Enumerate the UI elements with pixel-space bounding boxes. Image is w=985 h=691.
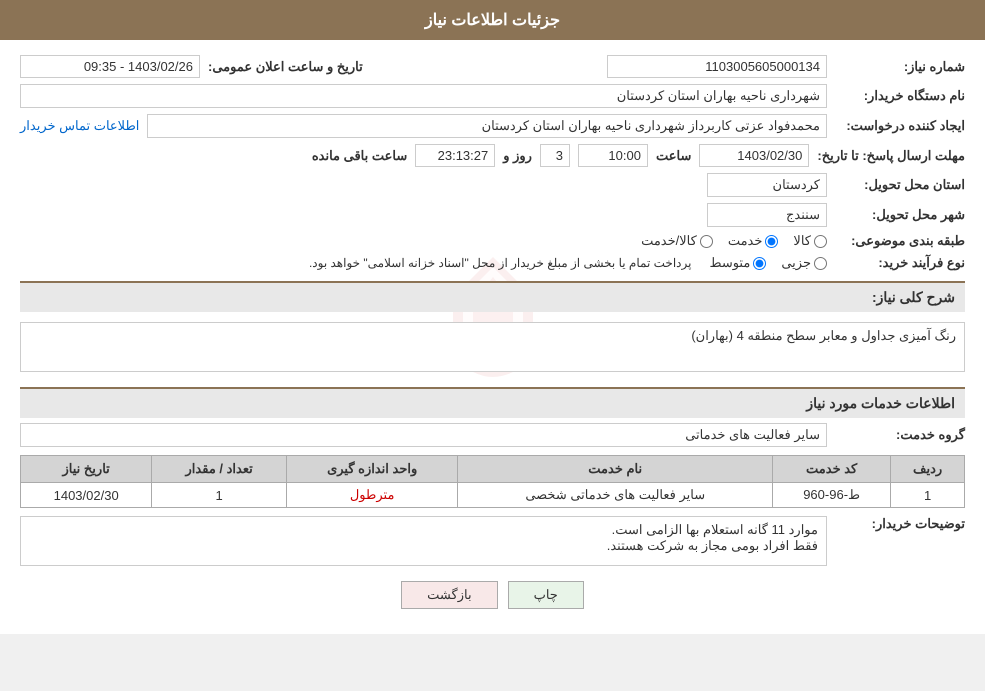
category-options: کالا خدمت کالا/خدمت xyxy=(641,233,827,249)
announcement-date-label: تاریخ و ساعت اعلان عمومی: xyxy=(208,59,363,75)
cell-service-name: سایر فعالیت های خدماتی شخصی xyxy=(458,483,773,508)
process-jozii-option[interactable]: جزیی xyxy=(781,255,827,271)
buyer-notes-line2: فقط افراد بومی مجاز به شرکت هستند. xyxy=(29,538,818,554)
category-khedmat-option[interactable]: خدمت xyxy=(728,233,779,249)
delivery-province-label: استان محل تحویل: xyxy=(835,177,965,193)
category-kala-khedmat-option[interactable]: کالا/خدمت xyxy=(641,233,713,249)
process-note: پرداخت تمام یا بخشی از مبلغ خریدار از مح… xyxy=(309,256,692,270)
col-service-name: نام خدمت xyxy=(458,456,773,483)
cell-service-code: ط-96-960 xyxy=(773,483,891,508)
requester-label: ایجاد کننده درخواست: xyxy=(835,118,965,134)
response-day-label: روز و xyxy=(503,148,532,164)
cell-date: 1403/02/30 xyxy=(21,483,152,508)
delivery-city-row: شهر محل تحویل: سنندج xyxy=(20,203,965,227)
buyer-org-value: شهرداری ناحیه بهاران استان کردستان xyxy=(20,84,827,108)
page-header: جزئیات اطلاعات نیاز xyxy=(0,0,985,40)
services-table-header: ردیف کد خدمت نام خدمت واحد اندازه گیری ت… xyxy=(21,456,965,483)
print-button[interactable]: چاپ xyxy=(508,581,584,609)
service-group-label: گروه خدمت: xyxy=(835,427,965,443)
category-khedmat-label: خدمت xyxy=(728,233,763,249)
need-description-value: رنگ آمیزی جداول و معابر سطح منطقه 4 (بها… xyxy=(20,322,965,372)
buyer-notes-label: توضیحات خریدار: xyxy=(835,516,965,532)
cell-unit: مترطول xyxy=(286,483,457,508)
need-number-label: شماره نیاز: xyxy=(835,59,965,75)
process-motavasset-label: متوسط xyxy=(709,255,750,271)
response-deadline-row: مهلت ارسال پاسخ: تا تاریخ: 1403/02/30 سا… xyxy=(20,144,965,167)
response-deadline-label: مهلت ارسال پاسخ: تا تاریخ: xyxy=(817,148,965,164)
service-group-value: سایر فعالیت های خدماتی xyxy=(20,423,827,447)
services-table: ردیف کد خدمت نام خدمت واحد اندازه گیری ت… xyxy=(20,455,965,508)
process-jozii-label: جزیی xyxy=(781,255,811,271)
buyer-org-label: نام دستگاه خریدار: xyxy=(835,88,965,104)
buyer-org-row: نام دستگاه خریدار: شهرداری ناحیه بهاران … xyxy=(20,84,965,108)
col-row-num: ردیف xyxy=(891,456,965,483)
action-buttons: چاپ بازگشت xyxy=(20,581,965,609)
process-row: نوع فرآیند خرید: جزیی متوسط پرداخت تمام … xyxy=(20,255,965,271)
buyer-notes-line1: موارد 11 گانه استعلام بها الزامی است. xyxy=(29,522,818,538)
category-kala-khedmat-label: کالا/خدمت xyxy=(641,233,697,249)
category-kala-option[interactable]: کالا xyxy=(793,233,827,249)
response-remaining: 23:13:27 xyxy=(415,144,495,167)
requester-row: ایجاد کننده درخواست: محمدفواد عزتی کاربر… xyxy=(20,114,965,138)
page-title: جزئیات اطلاعات نیاز xyxy=(425,12,560,29)
services-info-section: اطلاعات خدمات مورد نیاز xyxy=(20,387,965,418)
announcement-date-value: 1403/02/26 - 09:35 xyxy=(20,55,200,78)
cell-row-num: 1 xyxy=(891,483,965,508)
service-group-row: گروه خدمت: سایر فعالیت های خدماتی xyxy=(20,423,965,447)
response-remaining-label: ساعت باقی مانده xyxy=(312,148,407,164)
buyer-notes-row: توضیحات خریدار: موارد 11 گانه استعلام به… xyxy=(20,516,965,566)
category-label: طبقه بندی موضوعی: xyxy=(835,233,965,249)
delivery-province-value: کردستان xyxy=(707,173,827,197)
response-date: 1403/02/30 xyxy=(699,144,809,167)
delivery-city-value: سنندج xyxy=(707,203,827,227)
cell-quantity: 1 xyxy=(152,483,287,508)
process-motavasset-option[interactable]: متوسط xyxy=(709,255,766,271)
col-service-code: کد خدمت xyxy=(773,456,891,483)
col-date: تاریخ نیاز xyxy=(21,456,152,483)
need-description-section: شرح کلی نیاز: xyxy=(20,281,965,312)
requester-value: محمدفواد عزتی کاربرداز شهرداری ناحیه بها… xyxy=(147,114,827,138)
contact-info-link[interactable]: اطلاعات تماس خریدار xyxy=(20,118,139,134)
need-number-value: 1103005605000134 xyxy=(607,55,827,78)
need-number-row: شماره نیاز: 1103005605000134 تاریخ و ساع… xyxy=(20,55,965,78)
table-row: 1 ط-96-960 سایر فعالیت های خدماتی شخصی م… xyxy=(21,483,965,508)
buyer-notes-value: موارد 11 گانه استعلام بها الزامی است. فق… xyxy=(20,516,827,566)
delivery-city-label: شهر محل تحویل: xyxy=(835,207,965,223)
services-info-label: اطلاعات خدمات مورد نیاز xyxy=(806,395,955,411)
process-options: جزیی متوسط xyxy=(709,255,827,271)
response-time-label: ساعت xyxy=(656,148,691,164)
category-kala-label: کالا xyxy=(793,233,811,249)
category-row: طبقه بندی موضوعی: کالا خدمت کالا/خدمت xyxy=(20,233,965,249)
col-quantity: تعداد / مقدار xyxy=(152,456,287,483)
response-days: 3 xyxy=(540,144,570,167)
back-button[interactable]: بازگشت xyxy=(401,581,497,609)
delivery-province-row: استان محل تحویل: کردستان xyxy=(20,173,965,197)
process-label: نوع فرآیند خرید: xyxy=(835,255,965,271)
response-time: 10:00 xyxy=(578,144,648,167)
need-description-label: شرح کلی نیاز: xyxy=(872,289,955,305)
col-unit: واحد اندازه گیری xyxy=(286,456,457,483)
